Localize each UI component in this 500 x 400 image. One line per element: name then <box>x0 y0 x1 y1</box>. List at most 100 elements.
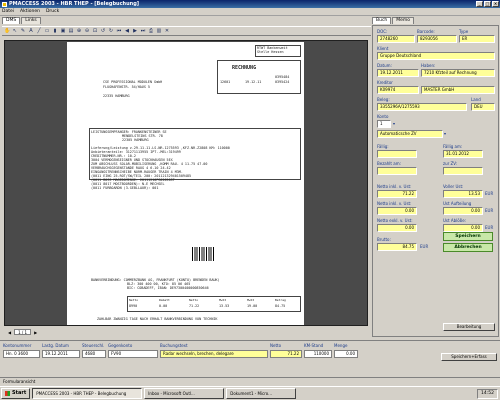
payment-method-select[interactable]: Automaticsche ZV <box>377 130 443 138</box>
minimize-button[interactable]: _ <box>476 1 483 7</box>
doc-field[interactable]: 2748260 <box>377 35 415 43</box>
account-dropdown-icon[interactable]: ▾ <box>393 121 395 126</box>
tab-buch[interactable]: Buch <box>372 17 392 24</box>
text-icon[interactable]: A <box>28 28 34 34</box>
delete-icon[interactable]: ✕ <box>164 28 170 34</box>
grid-cell-date[interactable]: 19.12.2011 <box>42 350 80 358</box>
recipient-address-line: CSE PROFESSIONAL MODULEN GmbH <box>103 80 163 84</box>
credit-field[interactable]: 7210 Kfzteil auf Rechnung <box>421 69 495 77</box>
barcode-field[interactable]: 8293056 <box>417 35 457 43</box>
vat2-field[interactable]: 0.00 <box>443 207 483 215</box>
menu-item-file[interactable]: Datei <box>2 9 14 14</box>
windows-logo-icon <box>5 391 10 396</box>
grid-header: Gegenkonto <box>108 343 133 348</box>
country-field[interactable]: DEU <box>471 103 495 111</box>
taskbar-item[interactable]: Inbox - Microsoft Outl... <box>144 388 225 399</box>
gross-label: Brutto: <box>377 237 391 242</box>
highlight-icon[interactable]: ▮ <box>52 28 58 34</box>
totals-value: 13.53 <box>219 304 230 308</box>
tab-dms[interactable]: DMS <box>2 17 21 24</box>
vat-label: Voller Ust: <box>443 184 464 189</box>
print-icon[interactable]: ⎙ <box>148 28 154 34</box>
invoice-footer: ZAHLBAR ZWANZIG TAGE NACH ERHALT BANKVER… <box>97 317 218 321</box>
vat3-field[interactable]: 0.00 <box>443 224 483 232</box>
vat3-label: Ust Ablöße: <box>443 218 467 223</box>
invoice-number: 12601 <box>220 80 231 84</box>
chevron-down-icon[interactable]: ▾ <box>444 131 446 136</box>
grid-cell-km[interactable]: 110000 <box>304 350 332 358</box>
due-label: Fällig: <box>377 144 389 149</box>
sender-box-line: Stelle Hessen <box>257 50 284 54</box>
prev-page-icon[interactable]: ◀ <box>124 28 130 34</box>
net2-label: Netto inkl. v. Ust: <box>377 201 412 206</box>
totals-header: Betrag <box>275 298 286 302</box>
booking-form: DOC: Barcode: Type 2748260 8293056 ER Kl… <box>372 25 499 337</box>
gross-field[interactable]: 84.75 <box>377 243 417 251</box>
maximize-button[interactable]: □ <box>484 1 491 7</box>
vat-field[interactable]: 13.53 <box>443 190 483 198</box>
credit-label: Haben: <box>421 63 436 68</box>
edit-button[interactable]: Bearbeitung <box>443 323 495 331</box>
note-icon[interactable]: ▤ <box>68 28 74 34</box>
stamp-icon[interactable]: ▣ <box>60 28 66 34</box>
first-page-icon[interactable]: ⏮ <box>116 28 122 34</box>
tab-links[interactable]: Links <box>21 17 41 24</box>
fit-page-icon[interactable]: ⊡ <box>92 28 98 34</box>
pointer-icon[interactable]: ↖ <box>12 28 18 34</box>
close-button[interactable]: × <box>492 1 499 7</box>
document-viewer[interactable]: RTWT Bankenweit Stelle Hessen RECHNUNG 1… <box>4 40 368 326</box>
cancel-button[interactable]: Abbrechen <box>443 243 493 252</box>
start-label: Start <box>12 390 27 396</box>
last-page-icon[interactable]: ⏭ <box>140 28 146 34</box>
net2-field[interactable]: 0.00 <box>377 207 417 215</box>
rotate-left-icon[interactable]: ↺ <box>100 28 106 34</box>
start-button[interactable]: Start <box>1 388 31 399</box>
net3-field[interactable]: 0.00 <box>377 224 417 232</box>
recipient-address-line: FLUGHAFENSTR. 54/HAUS 5 <box>103 85 150 89</box>
hand-icon[interactable]: ✋ <box>4 28 10 34</box>
taskbar-item[interactable]: Dokument1 - Micro... <box>226 388 297 399</box>
creditor-name-field[interactable]: MASTER GmbH <box>421 86 495 94</box>
line-icon[interactable]: ╱ <box>36 28 42 34</box>
creditor-field[interactable]: K09974 <box>377 86 419 94</box>
net-field[interactable]: 71.22 <box>377 190 417 198</box>
rectangle-icon[interactable]: ▭ <box>44 28 50 34</box>
rotate-right-icon[interactable]: ↻ <box>108 28 114 34</box>
grid-header: Netto <box>270 343 282 348</box>
zv-label: zur ZV: <box>443 161 458 166</box>
save-icon[interactable]: ▥ <box>156 28 162 34</box>
zv-field[interactable] <box>443 167 483 175</box>
grid-cell-qty[interactable]: 0.00 <box>334 350 358 358</box>
save-and-capture-button[interactable]: Speichern+Erfass <box>441 353 497 361</box>
pen-icon[interactable]: ✎ <box>20 28 26 34</box>
grid-cell-taxkey[interactable]: 4680 <box>82 350 106 358</box>
menu-item-actions[interactable]: Aktionen <box>20 9 40 14</box>
booking-pane: Buch Memo DOC: Barcode: Type 2748260 829… <box>371 16 500 338</box>
type-field[interactable]: ER <box>459 35 495 43</box>
grid-cell-account[interactable]: Hn. 0 3600 <box>3 350 40 358</box>
due-field[interactable] <box>377 150 417 158</box>
totals-value: 0.00 <box>159 304 168 308</box>
menu-item-print[interactable]: Druck <box>46 9 59 14</box>
prev-page-icon[interactable]: ◀ <box>8 330 11 335</box>
vat2-label: Ust Aufteilung <box>443 201 472 206</box>
grid-cell-net[interactable]: 71.22 <box>270 350 302 358</box>
save-button[interactable]: Speichern <box>443 232 493 241</box>
zoom-out-icon[interactable]: ⊖ <box>84 28 90 34</box>
paid-field[interactable] <box>377 167 417 175</box>
grid-cell-contra[interactable]: FV90 <box>108 350 158 358</box>
due-date-field[interactable]: 31.01.2012 <box>443 150 483 158</box>
type-label: Type <box>459 29 469 34</box>
client-field[interactable]: Gruppe Deutschland <box>377 52 495 60</box>
totals-header: MwSt <box>219 298 227 302</box>
taskbar-item[interactable]: PMACCESS 2003 - HBR THEP - Belegbuchung <box>32 388 143 399</box>
next-page-icon[interactable]: ▶ <box>132 28 138 34</box>
grid-cell-text[interactable]: Radar wechseln, brechen, delegare <box>160 350 268 358</box>
totals-header: Netto <box>129 298 139 302</box>
next-page-icon[interactable]: ▶ <box>34 330 37 335</box>
zoom-in-icon[interactable]: ⊕ <box>76 28 82 34</box>
tab-memo[interactable]: Memo <box>392 17 415 24</box>
date-field[interactable]: 19.12.2011 <box>377 69 419 77</box>
account-field[interactable]: 1 <box>377 120 391 128</box>
voucher-field[interactable]: 3355296A/1275593 <box>377 103 467 111</box>
